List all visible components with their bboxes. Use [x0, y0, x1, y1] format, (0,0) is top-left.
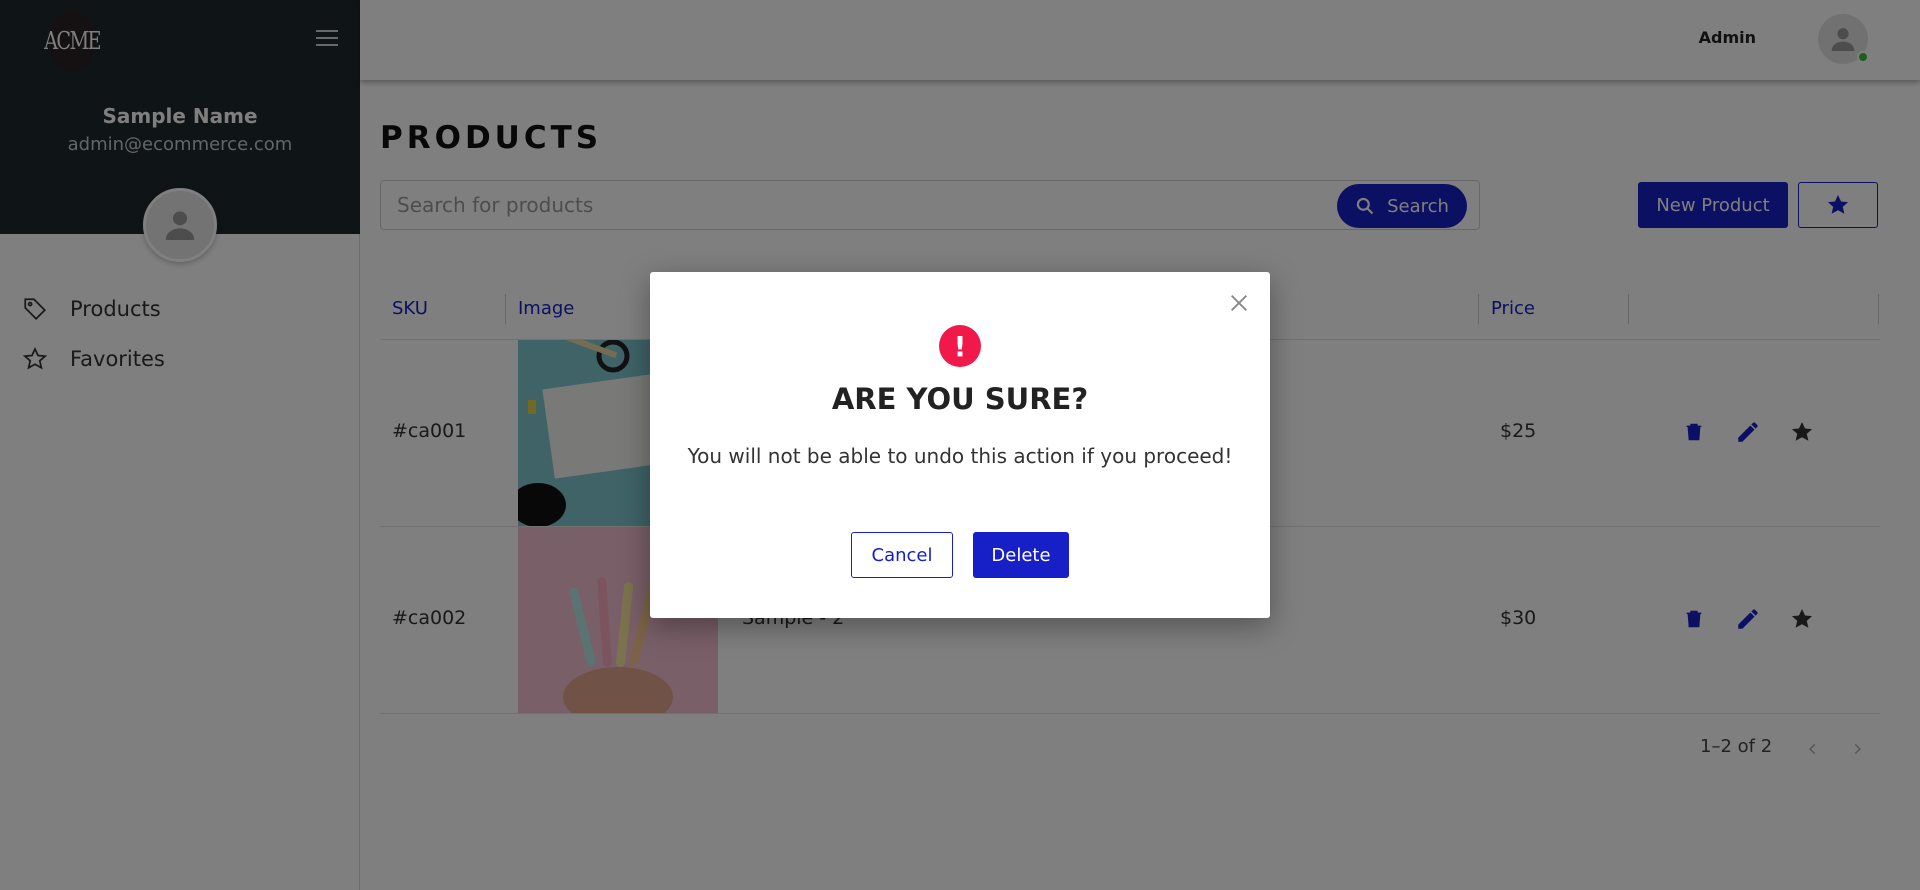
dialog-message: You will not be able to undo this action…: [687, 444, 1233, 468]
close-icon[interactable]: [1226, 290, 1252, 316]
cancel-button[interactable]: Cancel: [851, 532, 953, 578]
confirm-delete-dialog: ! ARE YOU SURE? You will not be able to …: [650, 272, 1270, 618]
alert-icon: !: [939, 325, 981, 367]
dialog-title: ARE YOU SURE?: [831, 382, 1089, 416]
delete-button[interactable]: Delete: [973, 532, 1069, 578]
